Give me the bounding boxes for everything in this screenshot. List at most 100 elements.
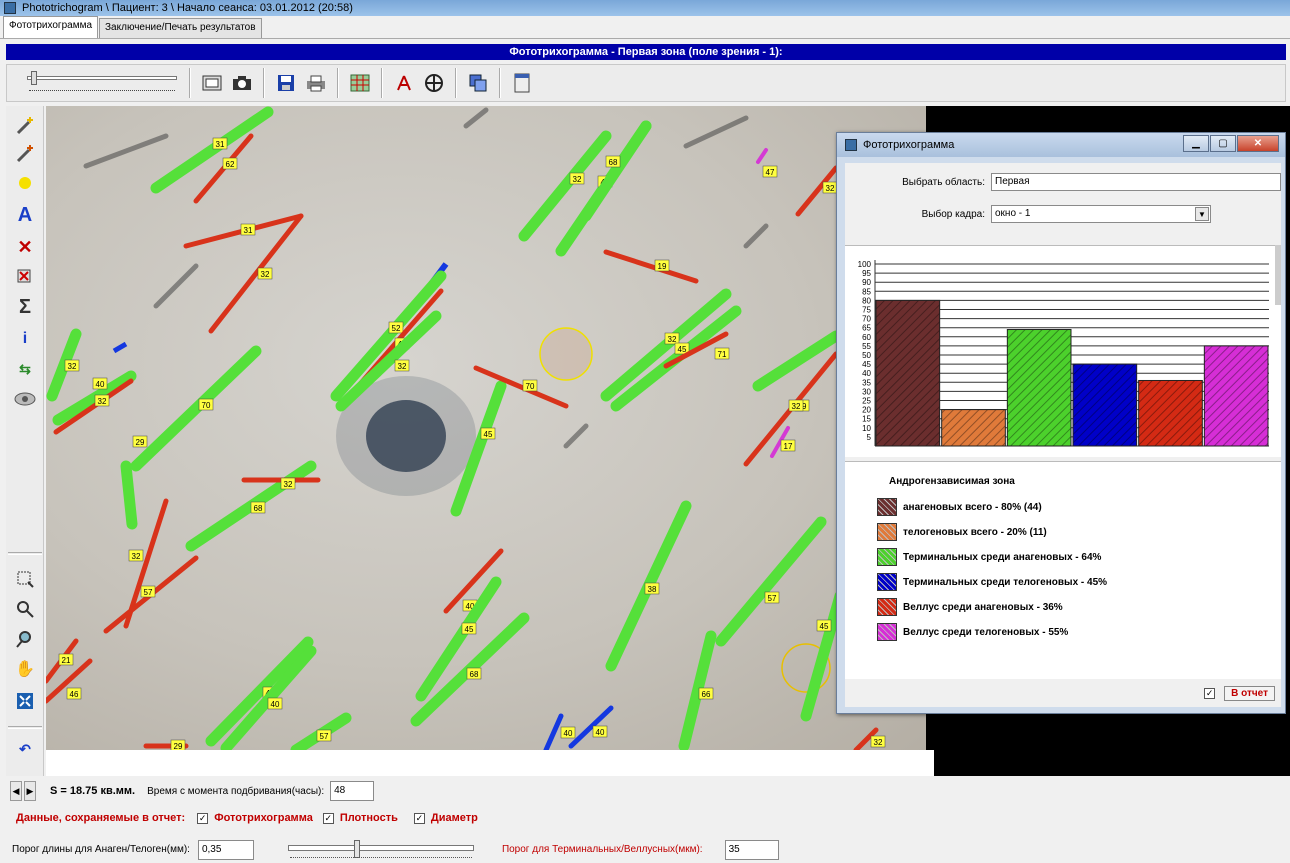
y-tick-label: 60 xyxy=(862,333,871,342)
dialog-titlebar: Фототрихограмма ▁ ▢ ✕ xyxy=(837,133,1285,157)
svg-text:32: 32 xyxy=(98,397,107,406)
app-window: Phototrichogram \ Пациент: 3 \ Начало се… xyxy=(0,0,1290,863)
time-field[interactable]: 48 xyxy=(330,781,375,801)
tab-strip: Фототрихограмма Заключение/Печать резуль… xyxy=(0,16,1290,39)
hair-length-label: 52 xyxy=(388,321,404,334)
eye-icon[interactable] xyxy=(14,388,36,410)
threshold-slider-thumb[interactable] xyxy=(353,839,360,858)
swap-icon[interactable]: ⇆ xyxy=(14,358,36,380)
hair-length-label: 40 xyxy=(592,725,608,738)
chevron-down-icon[interactable]: ▼ xyxy=(1195,207,1209,221)
report-button[interactable]: В отчет xyxy=(1224,686,1275,701)
hair-segment[interactable] xyxy=(756,148,768,164)
maximize-icon[interactable]: ▢ xyxy=(1210,135,1236,152)
dialog-title: Фототрихограмма xyxy=(863,139,955,151)
delete-icon[interactable]: ✕ xyxy=(14,236,36,258)
hair-segment[interactable] xyxy=(518,130,612,242)
hair-segment[interactable] xyxy=(120,460,138,530)
hair-segment[interactable] xyxy=(205,636,314,747)
terminal-threshold-field[interactable]: 35 xyxy=(724,839,779,860)
document-icon[interactable] xyxy=(510,71,534,95)
trichogram-image[interactable]: 3162313232456847193232403229705245324570… xyxy=(46,106,934,750)
area-field[interactable]: Первая xyxy=(991,173,1281,191)
magic-wand-plus-icon[interactable] xyxy=(14,142,36,164)
density-checkbox[interactable]: ✓ xyxy=(322,812,334,824)
follicle-marker[interactable] xyxy=(539,327,593,381)
delete-region-icon[interactable] xyxy=(14,266,36,288)
select-rect-icon[interactable] xyxy=(14,568,36,590)
hair-segment[interactable] xyxy=(150,106,274,194)
hair-segment[interactable] xyxy=(543,713,564,750)
svg-text:66: 66 xyxy=(702,690,711,699)
svg-text:32: 32 xyxy=(826,184,835,193)
print-icon[interactable] xyxy=(304,71,328,95)
brightness-slider[interactable] xyxy=(23,68,183,98)
length-threshold-field[interactable]: 0,35 xyxy=(197,839,254,860)
hair-segment[interactable] xyxy=(752,330,842,392)
legend-swatch xyxy=(877,498,897,516)
sum-icon[interactable]: Σ xyxy=(14,296,36,318)
hair-segment[interactable] xyxy=(112,341,128,354)
tab-conclusion-print[interactable]: Заключение/Печать результатов xyxy=(99,18,262,38)
hair-segment[interactable] xyxy=(800,590,846,722)
hair-segment[interactable] xyxy=(715,516,827,647)
undo-icon[interactable]: ↶ xyxy=(14,738,36,760)
hair-overlay[interactable]: 3162313232456847193232403229705245324570… xyxy=(46,106,934,750)
info-icon[interactable]: i xyxy=(14,328,36,350)
chart-bar xyxy=(941,409,1006,447)
trichogram-dialog: Фототрихограмма ▁ ▢ ✕ Выбрать область: П… xyxy=(836,132,1286,714)
hair-length-label: 17 xyxy=(780,439,796,452)
minimize-icon[interactable]: ▁ xyxy=(1183,135,1209,152)
svg-text:32: 32 xyxy=(284,480,293,489)
copy-icon[interactable] xyxy=(466,71,490,95)
grid-icon[interactable] xyxy=(348,71,372,95)
svg-text:70: 70 xyxy=(526,382,535,391)
chart-panel: 100 95 90 85 80 75 70 65 60 55 50 45 40 35 30 25 20 15 10 5 xyxy=(845,245,1281,457)
window-title: Phototrichogram \ Пациент: 3 \ Начало се… xyxy=(22,2,353,14)
hair-segment[interactable] xyxy=(580,120,652,222)
camera-icon[interactable] xyxy=(230,71,254,95)
y-tick-label: 85 xyxy=(862,287,871,296)
hair-segment[interactable] xyxy=(208,213,304,334)
legend-item: Веллус среди телогеновых - 55% xyxy=(877,623,1068,641)
image-icon[interactable] xyxy=(200,71,224,95)
phototrichogram-checkbox[interactable]: ✓ xyxy=(197,812,209,824)
svg-text:32: 32 xyxy=(573,175,582,184)
toolbar-separator xyxy=(263,68,265,98)
y-tick-label: 45 xyxy=(862,360,871,369)
hair-segment[interactable] xyxy=(603,249,699,284)
slider-thumb[interactable] xyxy=(31,71,37,85)
tab-phototrichogram[interactable]: Фототрихограмма xyxy=(3,16,99,38)
threshold-slider[interactable] xyxy=(287,839,474,860)
hair-length-label: 71 xyxy=(714,347,730,360)
next-frame-button[interactable]: ▶ xyxy=(24,781,36,801)
prev-frame-button[interactable]: ◀ xyxy=(10,781,22,801)
zoom-icon[interactable] xyxy=(14,598,36,620)
diameter-checkbox[interactable]: ✓ xyxy=(413,812,425,824)
zoom-out-icon[interactable] xyxy=(14,628,36,650)
hair-length-label: 29 xyxy=(132,435,148,448)
save-icon[interactable] xyxy=(274,71,298,95)
close-icon[interactable]: ✕ xyxy=(1237,135,1279,152)
crosshair-icon[interactable] xyxy=(422,71,446,95)
hair-length-label: 45 xyxy=(816,619,832,632)
text-tool-icon[interactable]: A xyxy=(14,204,36,226)
magic-wand-icon[interactable] xyxy=(14,114,36,136)
svg-text:32: 32 xyxy=(68,362,77,371)
compass-icon[interactable] xyxy=(392,71,416,95)
hair-length-label: 32 xyxy=(128,549,144,562)
frame-select[interactable]: окно - 1 ▼ xyxy=(991,205,1211,223)
sun-icon[interactable] xyxy=(14,172,36,194)
fit-icon[interactable] xyxy=(14,690,36,712)
hair-shaft xyxy=(83,133,169,169)
report-checkbox[interactable]: ✓ xyxy=(1204,688,1216,699)
hair-length-label: 57 xyxy=(140,585,156,598)
hand-icon[interactable]: ✋ xyxy=(14,658,36,680)
y-tick-label: 30 xyxy=(862,387,871,396)
hair-segment[interactable] xyxy=(130,345,262,472)
svg-text:32: 32 xyxy=(668,335,677,344)
hair-length-label: 32 xyxy=(394,359,410,372)
image-footer-blank xyxy=(46,750,934,776)
dialog-icon xyxy=(845,139,857,151)
scrollbar[interactable] xyxy=(1275,245,1281,305)
